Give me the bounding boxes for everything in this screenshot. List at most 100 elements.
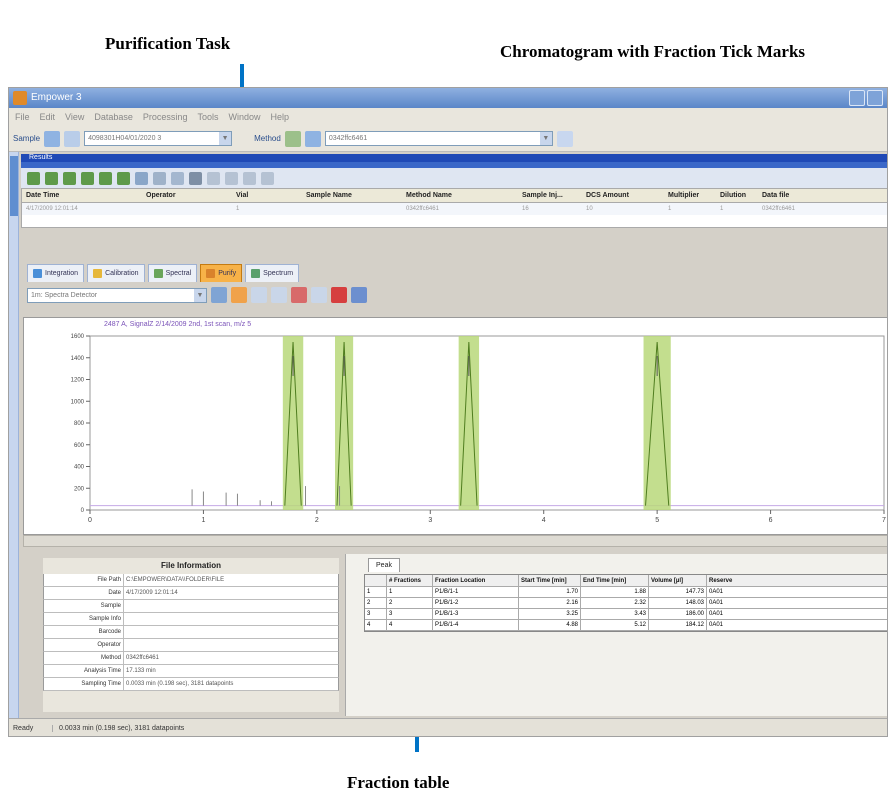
- col-date-time[interactable]: Date Time: [22, 189, 142, 202]
- sample-label: Sample: [13, 134, 41, 143]
- col-multiplier[interactable]: Multiplier: [664, 189, 716, 202]
- dock-tab[interactable]: [10, 156, 18, 216]
- col-data-file[interactable]: Data file: [758, 189, 887, 202]
- table-row[interactable]: 2 2 P1/B/1-2 2.16 2.32 148.03 0A01: [365, 598, 887, 609]
- chevron-down-icon[interactable]: ▼: [194, 288, 206, 302]
- chevron-down-icon[interactable]: ▼: [219, 132, 232, 145]
- menu-window[interactable]: Window: [228, 108, 260, 126]
- tab-peak[interactable]: Peak: [368, 558, 400, 572]
- chevron-down-icon[interactable]: ▼: [539, 132, 552, 145]
- fraction-cell-volume: 147.73: [649, 587, 707, 597]
- zoom-icon[interactable]: [231, 287, 247, 303]
- menu-database[interactable]: Database: [94, 108, 133, 126]
- first-record-icon[interactable]: [27, 171, 40, 185]
- tab-purify[interactable]: Purify: [200, 264, 243, 282]
- table-row[interactable]: 4 4 P1/B/1-4 4.88 5.12 184.12 0A01: [365, 620, 887, 631]
- table-row[interactable]: 4/17/2009 12:01:14 1 0342ffc6461 16 10 1…: [22, 203, 887, 215]
- fraction-cell-location: P1/B/1-2: [433, 598, 519, 608]
- x-tick-label: 1: [201, 517, 205, 524]
- col-operator[interactable]: Operator: [142, 189, 232, 202]
- col-dilution[interactable]: Dilution: [716, 189, 758, 202]
- col-method-name[interactable]: Method Name: [402, 189, 518, 202]
- method-open-icon[interactable]: [284, 130, 301, 147]
- method-label: Method: [254, 134, 281, 143]
- col-sample-name[interactable]: Sample Name: [302, 189, 402, 202]
- col-vial[interactable]: Vial: [232, 189, 302, 202]
- col-start-time[interactable]: Start Time [min]: [519, 575, 581, 586]
- menu-tools[interactable]: Tools: [197, 108, 218, 126]
- tab-spectrum[interactable]: Spectrum: [245, 264, 300, 282]
- fraction-cell-idx: 1: [365, 587, 387, 597]
- table-row[interactable]: 1 1 P1/B/1-1 1.70 1.88 147.73 0A01: [365, 587, 887, 598]
- fraction-cell-end: 2.32: [581, 598, 649, 608]
- pan-icon[interactable]: [251, 287, 267, 303]
- callout-chromatogram: Chromatogram with Fraction Tick Marks: [500, 42, 806, 61]
- table-icon[interactable]: [207, 171, 220, 185]
- maximize-icon[interactable]: [867, 90, 883, 106]
- y-tick-label: 400: [74, 465, 85, 471]
- collect-icon[interactable]: [331, 287, 347, 303]
- minimize-icon[interactable]: [849, 90, 865, 106]
- export-icon[interactable]: [171, 171, 184, 185]
- chart-horizontal-scrollbar[interactable]: [23, 535, 887, 547]
- table-row[interactable]: 3 3 P1/B/1-3 3.25 3.43 186.00 0A01: [365, 609, 887, 620]
- results-grid-header: Date Time Operator Vial Sample Name Meth…: [22, 189, 887, 203]
- add-trace-icon[interactable]: [211, 287, 227, 303]
- fraction-table-body: 1 1 P1/B/1-1 1.70 1.88 147.73 0A01 2 2 P1/B/1-2 2.…: [365, 587, 887, 631]
- sample-refresh-icon[interactable]: [64, 130, 81, 147]
- previous-record-icon[interactable]: [63, 171, 76, 185]
- menu-processing[interactable]: Processing: [143, 108, 188, 126]
- fraction-cell-end: 5.12: [581, 620, 649, 630]
- previous-page-icon[interactable]: [45, 171, 58, 185]
- tab-integration[interactable]: Integration: [27, 264, 85, 282]
- app-logo-icon: [13, 91, 27, 105]
- print-icon[interactable]: [153, 171, 166, 185]
- col-sample-inj[interactable]: Sample Inj...: [518, 189, 582, 202]
- cursor-icon[interactable]: [271, 287, 287, 303]
- file-info-value: [124, 639, 338, 651]
- col-dcs-amount[interactable]: DCS Amount: [582, 189, 664, 202]
- tab-calibration[interactable]: Calibration: [87, 264, 145, 282]
- sample-nav-icon[interactable]: [44, 130, 61, 147]
- cell-sample-name: [302, 203, 402, 215]
- method-select[interactable]: 0342ffc6461 ▼: [324, 131, 553, 146]
- fraction-cell-reserve: 0A01: [707, 598, 887, 608]
- menu-view[interactable]: View: [65, 108, 84, 126]
- columns-icon[interactable]: [261, 171, 274, 185]
- tab-spectral[interactable]: Spectral: [147, 264, 198, 282]
- sort-icon[interactable]: [243, 171, 256, 185]
- tab-calibration-label: Calibration: [105, 270, 139, 277]
- spectral-icon: [153, 269, 163, 278]
- peak-icon[interactable]: [291, 287, 307, 303]
- col-reserve[interactable]: Reserve: [707, 575, 887, 586]
- y-tick-label: 1200: [71, 378, 85, 384]
- sample-select[interactable]: 4098301H04/01/2020 3 ▼: [84, 131, 233, 146]
- next-record-icon[interactable]: [99, 171, 112, 185]
- fraction-cell-end: 3.43: [581, 609, 649, 619]
- fraction-pane: Peak # Fractions Fraction Location Start…: [345, 554, 887, 716]
- col-fraction-location[interactable]: Fraction Location: [433, 575, 519, 586]
- report-icon[interactable]: [189, 171, 202, 185]
- cell-sample-inj: 16: [522, 206, 529, 212]
- results-grid: Date Time Operator Vial Sample Name Meth…: [21, 188, 887, 228]
- save-icon[interactable]: [135, 171, 148, 185]
- col-end-time[interactable]: End Time [min]: [581, 575, 649, 586]
- method-edit-icon[interactable]: [304, 130, 321, 147]
- menu-help[interactable]: Help: [270, 108, 289, 126]
- menu-file[interactable]: File: [15, 108, 30, 126]
- y-tick-label: 200: [74, 486, 85, 492]
- file-info-row: Operator: [43, 639, 339, 652]
- col-fractions[interactable]: # Fractions: [387, 575, 433, 586]
- method-apply-icon[interactable]: [556, 130, 573, 147]
- play-icon[interactable]: [81, 171, 94, 185]
- left-dock-strip: [9, 152, 19, 718]
- purify-icon: [206, 269, 216, 278]
- filter-icon[interactable]: [225, 171, 238, 185]
- menu-edit[interactable]: Edit: [40, 108, 56, 126]
- export-chart-icon[interactable]: [351, 287, 367, 303]
- detector-select[interactable]: 1m: Spectra Detector ▼: [27, 287, 207, 303]
- fraction-icon[interactable]: [311, 287, 327, 303]
- col-volume[interactable]: Volume [µl]: [649, 575, 707, 586]
- menu-bar: File Edit View Database Processing Tools…: [9, 108, 887, 126]
- last-record-icon[interactable]: [117, 171, 130, 185]
